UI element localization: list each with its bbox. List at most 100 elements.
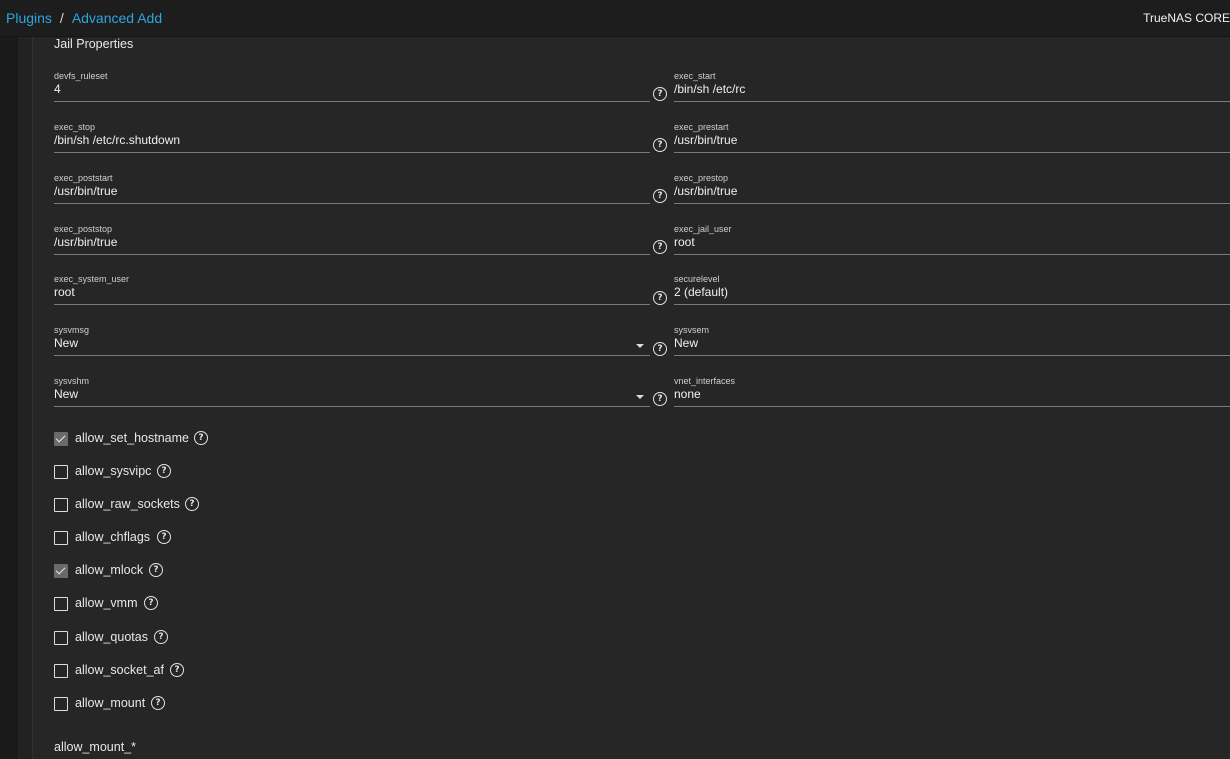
field-value[interactable]: /usr/bin/true xyxy=(54,184,117,198)
field-label: securelevel xyxy=(674,274,720,284)
devfs-ruleset-field[interactable]: devfs_ruleset 4 xyxy=(54,71,650,117)
allow-set-hostname-checkbox[interactable] xyxy=(54,432,68,446)
field-label: sysvshm xyxy=(54,376,90,386)
field-underline xyxy=(674,355,1230,356)
checkbox-label: allow_chflags xyxy=(75,530,151,544)
side-rail xyxy=(0,37,18,759)
field-underline xyxy=(54,203,650,204)
field-underline xyxy=(674,101,1230,102)
field-label: sysvsem xyxy=(674,325,710,335)
dropdown-caret-icon[interactable] xyxy=(636,395,644,399)
field-underline xyxy=(54,101,650,102)
field-value[interactable]: none xyxy=(674,387,701,401)
field-value[interactable]: root xyxy=(674,235,695,249)
securelevel-field[interactable]: securelevel 2 (default) xyxy=(674,274,1230,320)
checkbox-label: allow_socket_af xyxy=(75,663,164,677)
field-label: exec_poststart xyxy=(54,173,113,183)
field-underline xyxy=(674,254,1230,255)
field-label: vnet_interfaces xyxy=(674,376,736,386)
question-circle-icon[interactable]: ? xyxy=(154,630,168,644)
question-circle-icon[interactable]: ? xyxy=(144,596,158,610)
field-underline xyxy=(54,152,650,153)
field-underline xyxy=(54,355,650,356)
field-label: exec_jail_user xyxy=(674,224,732,234)
checkbox-label: allow_quotas xyxy=(75,630,148,644)
field-value[interactable]: /bin/sh /etc/rc xyxy=(674,82,745,96)
question-circle-icon[interactable]: ? xyxy=(170,663,184,677)
section-title-jail-properties: Jail Properties xyxy=(54,37,134,51)
question-circle-icon[interactable]: ? xyxy=(653,189,667,203)
exec-prestop-field[interactable]: exec_prestop /usr/bin/true xyxy=(674,173,1230,219)
allow-sysvipc-checkbox[interactable] xyxy=(54,465,68,479)
field-value[interactable]: 2 (default) xyxy=(674,285,728,299)
allow-quotas-checkbox[interactable] xyxy=(54,631,68,645)
sysvmsg-select[interactable]: sysvmsg New xyxy=(54,325,650,371)
field-underline xyxy=(54,304,650,305)
top-bar: Plugins / Advanced Add TrueNAS CORE xyxy=(0,0,1230,37)
question-circle-icon[interactable]: ? xyxy=(157,464,171,478)
field-value[interactable]: /usr/bin/true xyxy=(54,235,117,249)
checkbox-label: allow_set_hostname xyxy=(75,431,189,445)
field-label: sysvmsg xyxy=(54,325,90,335)
field-label: exec_poststop xyxy=(54,224,113,234)
breadcrumb-current: Advanced Add xyxy=(71,10,163,26)
field-value[interactable]: New xyxy=(54,387,78,401)
allow-raw-sockets-checkbox[interactable] xyxy=(54,498,68,512)
field-underline xyxy=(674,304,1230,305)
field-value[interactable]: /bin/sh /etc/rc.shutdown xyxy=(54,133,180,147)
dropdown-caret-icon[interactable] xyxy=(636,344,644,348)
brand-label: TrueNAS CORE xyxy=(1143,11,1230,25)
checkbox-label: allow_vmm xyxy=(75,596,138,610)
breadcrumb-separator: / xyxy=(59,10,64,26)
exec-poststart-field[interactable]: exec_poststart /usr/bin/true xyxy=(54,173,650,219)
question-circle-icon[interactable]: ? xyxy=(157,530,171,544)
field-value[interactable]: 4 xyxy=(54,82,61,96)
exec-stop-field[interactable]: exec_stop /bin/sh /etc/rc.shutdown xyxy=(54,122,650,168)
section-title-allow-mount: allow_mount_* xyxy=(54,740,136,754)
exec-poststop-field[interactable]: exec_poststop /usr/bin/true xyxy=(54,224,650,270)
question-circle-icon[interactable]: ? xyxy=(653,392,667,406)
exec-start-field[interactable]: exec_start /bin/sh /etc/rc xyxy=(674,71,1230,117)
field-value[interactable]: New xyxy=(54,336,78,350)
breadcrumb-plugins-link[interactable]: Plugins xyxy=(6,10,52,26)
field-underline xyxy=(674,152,1230,153)
question-circle-icon[interactable]: ? xyxy=(149,563,163,577)
field-label: exec_stop xyxy=(54,122,96,132)
checkbox-label: allow_mount xyxy=(75,696,146,710)
checkbox-label: allow_raw_sockets xyxy=(75,497,180,511)
field-underline xyxy=(674,406,1230,407)
field-value[interactable]: New xyxy=(674,336,698,350)
field-value[interactable]: /usr/bin/true xyxy=(674,133,737,147)
field-underline xyxy=(54,406,650,407)
question-circle-icon[interactable]: ? xyxy=(653,240,667,254)
allow-vmm-checkbox[interactable] xyxy=(54,597,68,611)
question-circle-icon[interactable]: ? xyxy=(194,431,208,445)
question-circle-icon[interactable]: ? xyxy=(653,138,667,152)
field-label: exec_prestart xyxy=(674,122,729,132)
field-value[interactable]: /usr/bin/true xyxy=(674,184,737,198)
field-value[interactable]: root xyxy=(54,285,75,299)
question-circle-icon[interactable]: ? xyxy=(653,291,667,305)
exec-system-user-field[interactable]: exec_system_user root xyxy=(54,274,650,320)
question-circle-icon[interactable]: ? xyxy=(653,342,667,356)
allow-chflags-checkbox[interactable] xyxy=(54,531,68,545)
field-label: exec_prestop xyxy=(674,173,729,183)
checkbox-label: allow_sysvipc xyxy=(75,464,152,478)
exec-jail-user-field[interactable]: exec_jail_user root xyxy=(674,224,1230,270)
checkbox-label: allow_mlock xyxy=(75,563,144,577)
field-label: devfs_ruleset xyxy=(54,71,108,81)
allow-mlock-checkbox[interactable] xyxy=(54,564,68,578)
question-circle-icon[interactable]: ? xyxy=(185,497,199,511)
question-circle-icon[interactable]: ? xyxy=(151,696,165,710)
exec-prestart-field[interactable]: exec_prestart /usr/bin/true xyxy=(674,122,1230,168)
breadcrumb: Plugins / Advanced Add xyxy=(6,10,162,26)
allow-mount-checkbox[interactable] xyxy=(54,697,68,711)
question-circle-icon[interactable]: ? xyxy=(653,87,667,101)
allow-socket-af-checkbox[interactable] xyxy=(54,664,68,678)
sysvshm-select[interactable]: sysvshm New xyxy=(54,376,650,422)
field-underline xyxy=(54,254,650,255)
sysvsem-field[interactable]: sysvsem New xyxy=(674,325,1230,371)
vnet-interfaces-field[interactable]: vnet_interfaces none xyxy=(674,376,1230,422)
field-label: exec_start xyxy=(674,71,716,81)
field-underline xyxy=(674,203,1230,204)
